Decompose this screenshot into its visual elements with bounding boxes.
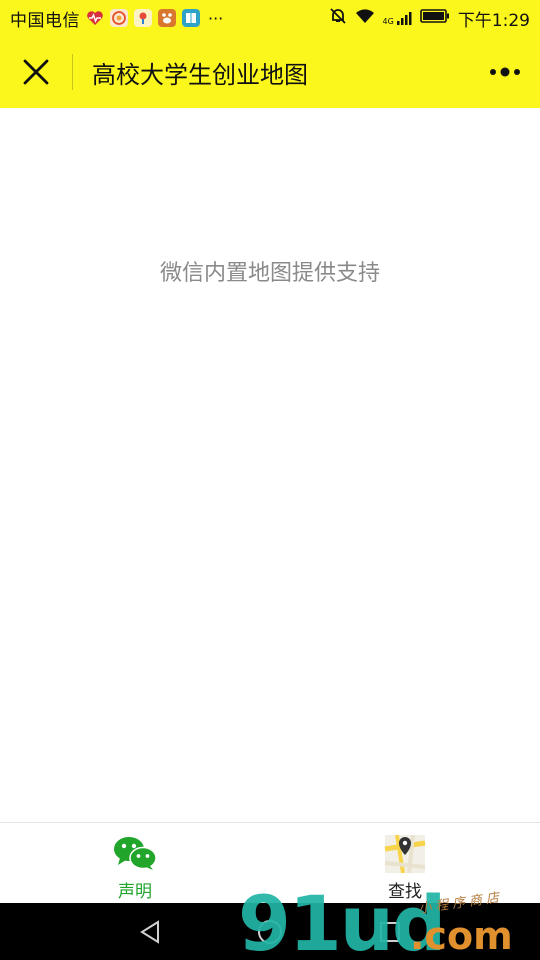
network-type-label: 4G [382,17,394,26]
baidu-app-icon [158,9,176,27]
heart-rate-icon [86,9,104,27]
title-bar: 高校大学生创业地图 [0,36,540,108]
map-container[interactable]: 微信内置地图提供支持 [0,108,540,822]
title-divider [72,54,73,90]
reader-app-icon [182,9,200,27]
more-options-button[interactable] [470,36,540,108]
map-pin-icon [383,831,427,875]
tab-statement-label: 声明 [118,882,152,902]
recent-apps-button[interactable] [370,912,410,952]
status-left: 中国电信 ··· [10,6,223,31]
home-button[interactable] [250,912,290,952]
wifi-icon [355,8,375,29]
map-support-notice: 微信内置地图提供支持 [159,261,380,286]
tab-statement[interactable]: 声明 [0,823,270,903]
tab-search-label: 查找 [388,882,422,902]
clock-time: 下午1:29 [457,10,530,31]
carrier-name: 中国电信 [10,10,80,31]
mute-icon [329,7,347,30]
close-icon [23,59,49,85]
more-icon [490,67,520,77]
back-button[interactable] [130,912,170,952]
status-right: 4G 下午1:29 [329,6,530,31]
more-notifications-indicator: ··· [208,8,224,28]
wechat-icon [113,831,157,875]
back-triangle-icon [140,919,159,944]
page-title: 高校大学生创业地图 [92,60,308,89]
close-button[interactable] [0,36,72,108]
signal-icon: 4G [383,10,412,26]
recent-square-icon [380,921,400,942]
location-app-icon [134,9,152,27]
bottom-tab-bar: 声明 查找 [0,822,540,903]
tab-search[interactable]: 查找 [270,823,540,903]
weibo-icon [110,9,128,27]
screen: 中国电信 ··· 4G 下午1:29 高校大学生创业地图 微信内置地图提供支持 … [0,0,540,960]
home-circle-icon [258,919,282,944]
battery-icon [420,8,450,29]
status-bar: 中国电信 ··· 4G 下午1:29 [0,0,540,36]
system-nav-bar [0,903,540,960]
